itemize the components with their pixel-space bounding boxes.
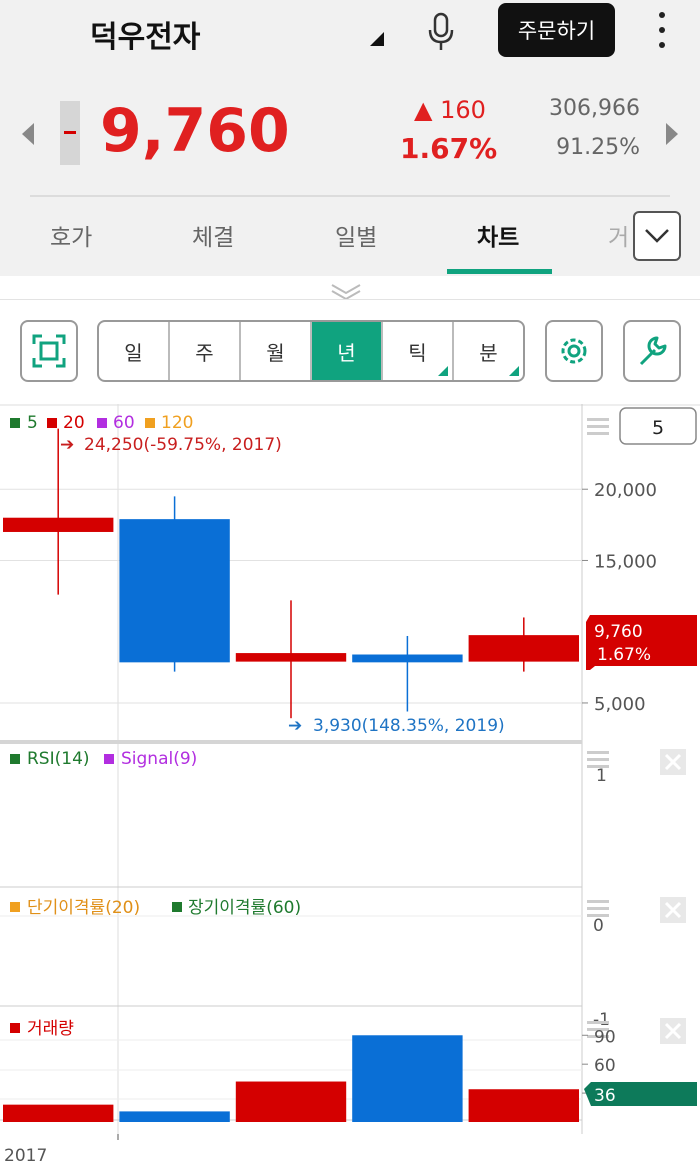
- legend-swatch: [10, 418, 20, 428]
- low-annotation: 3,930(148.35%, 2019): [313, 716, 505, 736]
- stock-header: 덕우전자 주문하기 9,760 ▲ 160 1.67% 306,966 91.2…: [0, 0, 700, 276]
- period-tick[interactable]: 틱: [383, 322, 454, 380]
- period-year[interactable]: 년: [312, 322, 383, 380]
- volume-axis-label: 90: [594, 1027, 616, 1047]
- active-tab-indicator: [447, 269, 552, 274]
- legend-rsi: RSI(14): [27, 749, 90, 769]
- current-price: 9,760: [100, 96, 290, 166]
- next-stock-icon[interactable]: [666, 123, 678, 145]
- price-change: ▲ 160: [414, 96, 486, 124]
- volume-bar: [352, 1035, 463, 1122]
- close-pane-icon[interactable]: [660, 749, 686, 775]
- legend-swatch: [10, 902, 20, 912]
- chevron-down-icon: [645, 229, 669, 243]
- trade-volume: 306,966: [549, 96, 640, 121]
- pane-menu-icon[interactable]: [587, 751, 609, 768]
- volume-bar: [235, 1081, 347, 1122]
- close-pane-icon[interactable]: [660, 897, 686, 923]
- microphone-icon[interactable]: [426, 12, 456, 52]
- legend-swatch: [10, 1023, 20, 1033]
- collapse-handle-icon[interactable]: [330, 282, 362, 300]
- price-change-pct: 1.67%: [400, 132, 498, 165]
- candle-body: [3, 517, 114, 532]
- fullscreen-button[interactable]: [20, 320, 78, 382]
- period-day[interactable]: 일: [99, 322, 170, 380]
- candle-body: [352, 654, 463, 663]
- price-axis-label: 15,000: [594, 551, 657, 572]
- mini-candle-icon: [60, 101, 80, 165]
- tab-daily[interactable]: 일별: [335, 218, 377, 252]
- current-price-tag-pct: 1.67%: [597, 645, 651, 665]
- legend-swatch: [172, 902, 182, 912]
- tab-chart[interactable]: 차트: [477, 218, 519, 252]
- candle-body: [235, 653, 347, 662]
- legend-swatch: [97, 418, 107, 428]
- stock-name[interactable]: 덕우전자: [90, 12, 200, 56]
- period-week[interactable]: 주: [170, 322, 241, 380]
- legend-long-disparity: 장기이격률(60): [188, 898, 301, 918]
- legend-ma60: 60: [113, 413, 135, 433]
- period-minute[interactable]: 분: [454, 322, 523, 380]
- volume-bar: [3, 1104, 114, 1122]
- submenu-corner-icon: [438, 366, 448, 376]
- price-axis: 5,000 15,000 20,000: [582, 480, 657, 715]
- candles: [3, 428, 579, 719]
- volume-axis-label: 60: [594, 1056, 616, 1076]
- candle-body: [468, 635, 579, 662]
- order-button[interactable]: 주문하기: [498, 3, 615, 57]
- current-price-tag-value: 9,760: [594, 622, 643, 642]
- period-selector: 일 주 월 년 틱 분: [97, 320, 525, 382]
- disparity-axis-top: 0: [593, 916, 604, 936]
- submenu-corner-icon: [509, 366, 519, 376]
- volume-current-value: 36: [594, 1086, 616, 1106]
- price-axis-label: 5,000: [594, 694, 646, 715]
- legend-swatch: [145, 418, 155, 428]
- legend-swatch: [47, 418, 57, 428]
- period-minute-label: 분: [479, 340, 498, 365]
- volume-ratio: 91.25%: [556, 135, 640, 160]
- chart-settings-button[interactable]: [545, 320, 603, 382]
- volume-bar: [468, 1089, 579, 1122]
- legend-ma20: 20: [63, 413, 85, 433]
- price-chart[interactable]: 5 20 60 120 ➔ 24,250(-59.75%, 2017) ➔ 3,…: [0, 404, 700, 1171]
- price-axis-label: 20,000: [594, 480, 657, 501]
- low-arrow: ➔: [288, 716, 302, 736]
- fullscreen-icon: [32, 334, 66, 368]
- legend-volume: 거래량: [27, 1019, 74, 1039]
- period-tick-label: 틱: [408, 340, 427, 365]
- rsi-axis-label: 1: [596, 766, 607, 786]
- tabs-expand-button[interactable]: [633, 211, 681, 261]
- volume-bar: [119, 1111, 230, 1122]
- legend-signal: Signal(9): [121, 749, 197, 769]
- legend-short-disparity: 단기이격률(20): [27, 898, 140, 918]
- candle-body: [119, 519, 230, 663]
- high-arrow: ➔: [60, 435, 74, 455]
- more-menu-icon[interactable]: [652, 12, 672, 48]
- tab-orderbook[interactable]: 호가: [50, 218, 92, 252]
- legend-ma120: 120: [161, 413, 193, 433]
- chart-sheet: 일 주 월 년 틱 분 5 20 60 120 ➔ 24,250(-59.75%…: [0, 276, 700, 1171]
- stock-dropdown-icon[interactable]: [370, 32, 384, 46]
- legend-swatch: [10, 754, 20, 764]
- volume-bars: [3, 1035, 579, 1122]
- close-pane-icon[interactable]: [660, 1018, 686, 1044]
- pane-menu-icon[interactable]: [587, 900, 609, 917]
- pane-menu-icon[interactable]: [587, 418, 609, 435]
- divider: [0, 299, 700, 300]
- ma-legend: 5 20 60 120: [10, 413, 193, 433]
- chart-tools-button[interactable]: [623, 320, 681, 382]
- legend-swatch: [104, 754, 114, 764]
- x-axis-label: 2017: [4, 1146, 47, 1166]
- divider: [30, 195, 670, 197]
- period-month[interactable]: 월: [241, 322, 312, 380]
- prev-stock-icon[interactable]: [22, 123, 34, 145]
- legend-ma5: 5: [27, 413, 38, 433]
- tab-more-partial[interactable]: 거: [608, 218, 630, 252]
- wrench-icon: [639, 336, 667, 366]
- count-box-value: 5: [652, 417, 664, 439]
- gear-icon: [561, 338, 587, 364]
- high-annotation: 24,250(-59.75%, 2017): [84, 435, 282, 455]
- tab-trades[interactable]: 체결: [192, 218, 234, 252]
